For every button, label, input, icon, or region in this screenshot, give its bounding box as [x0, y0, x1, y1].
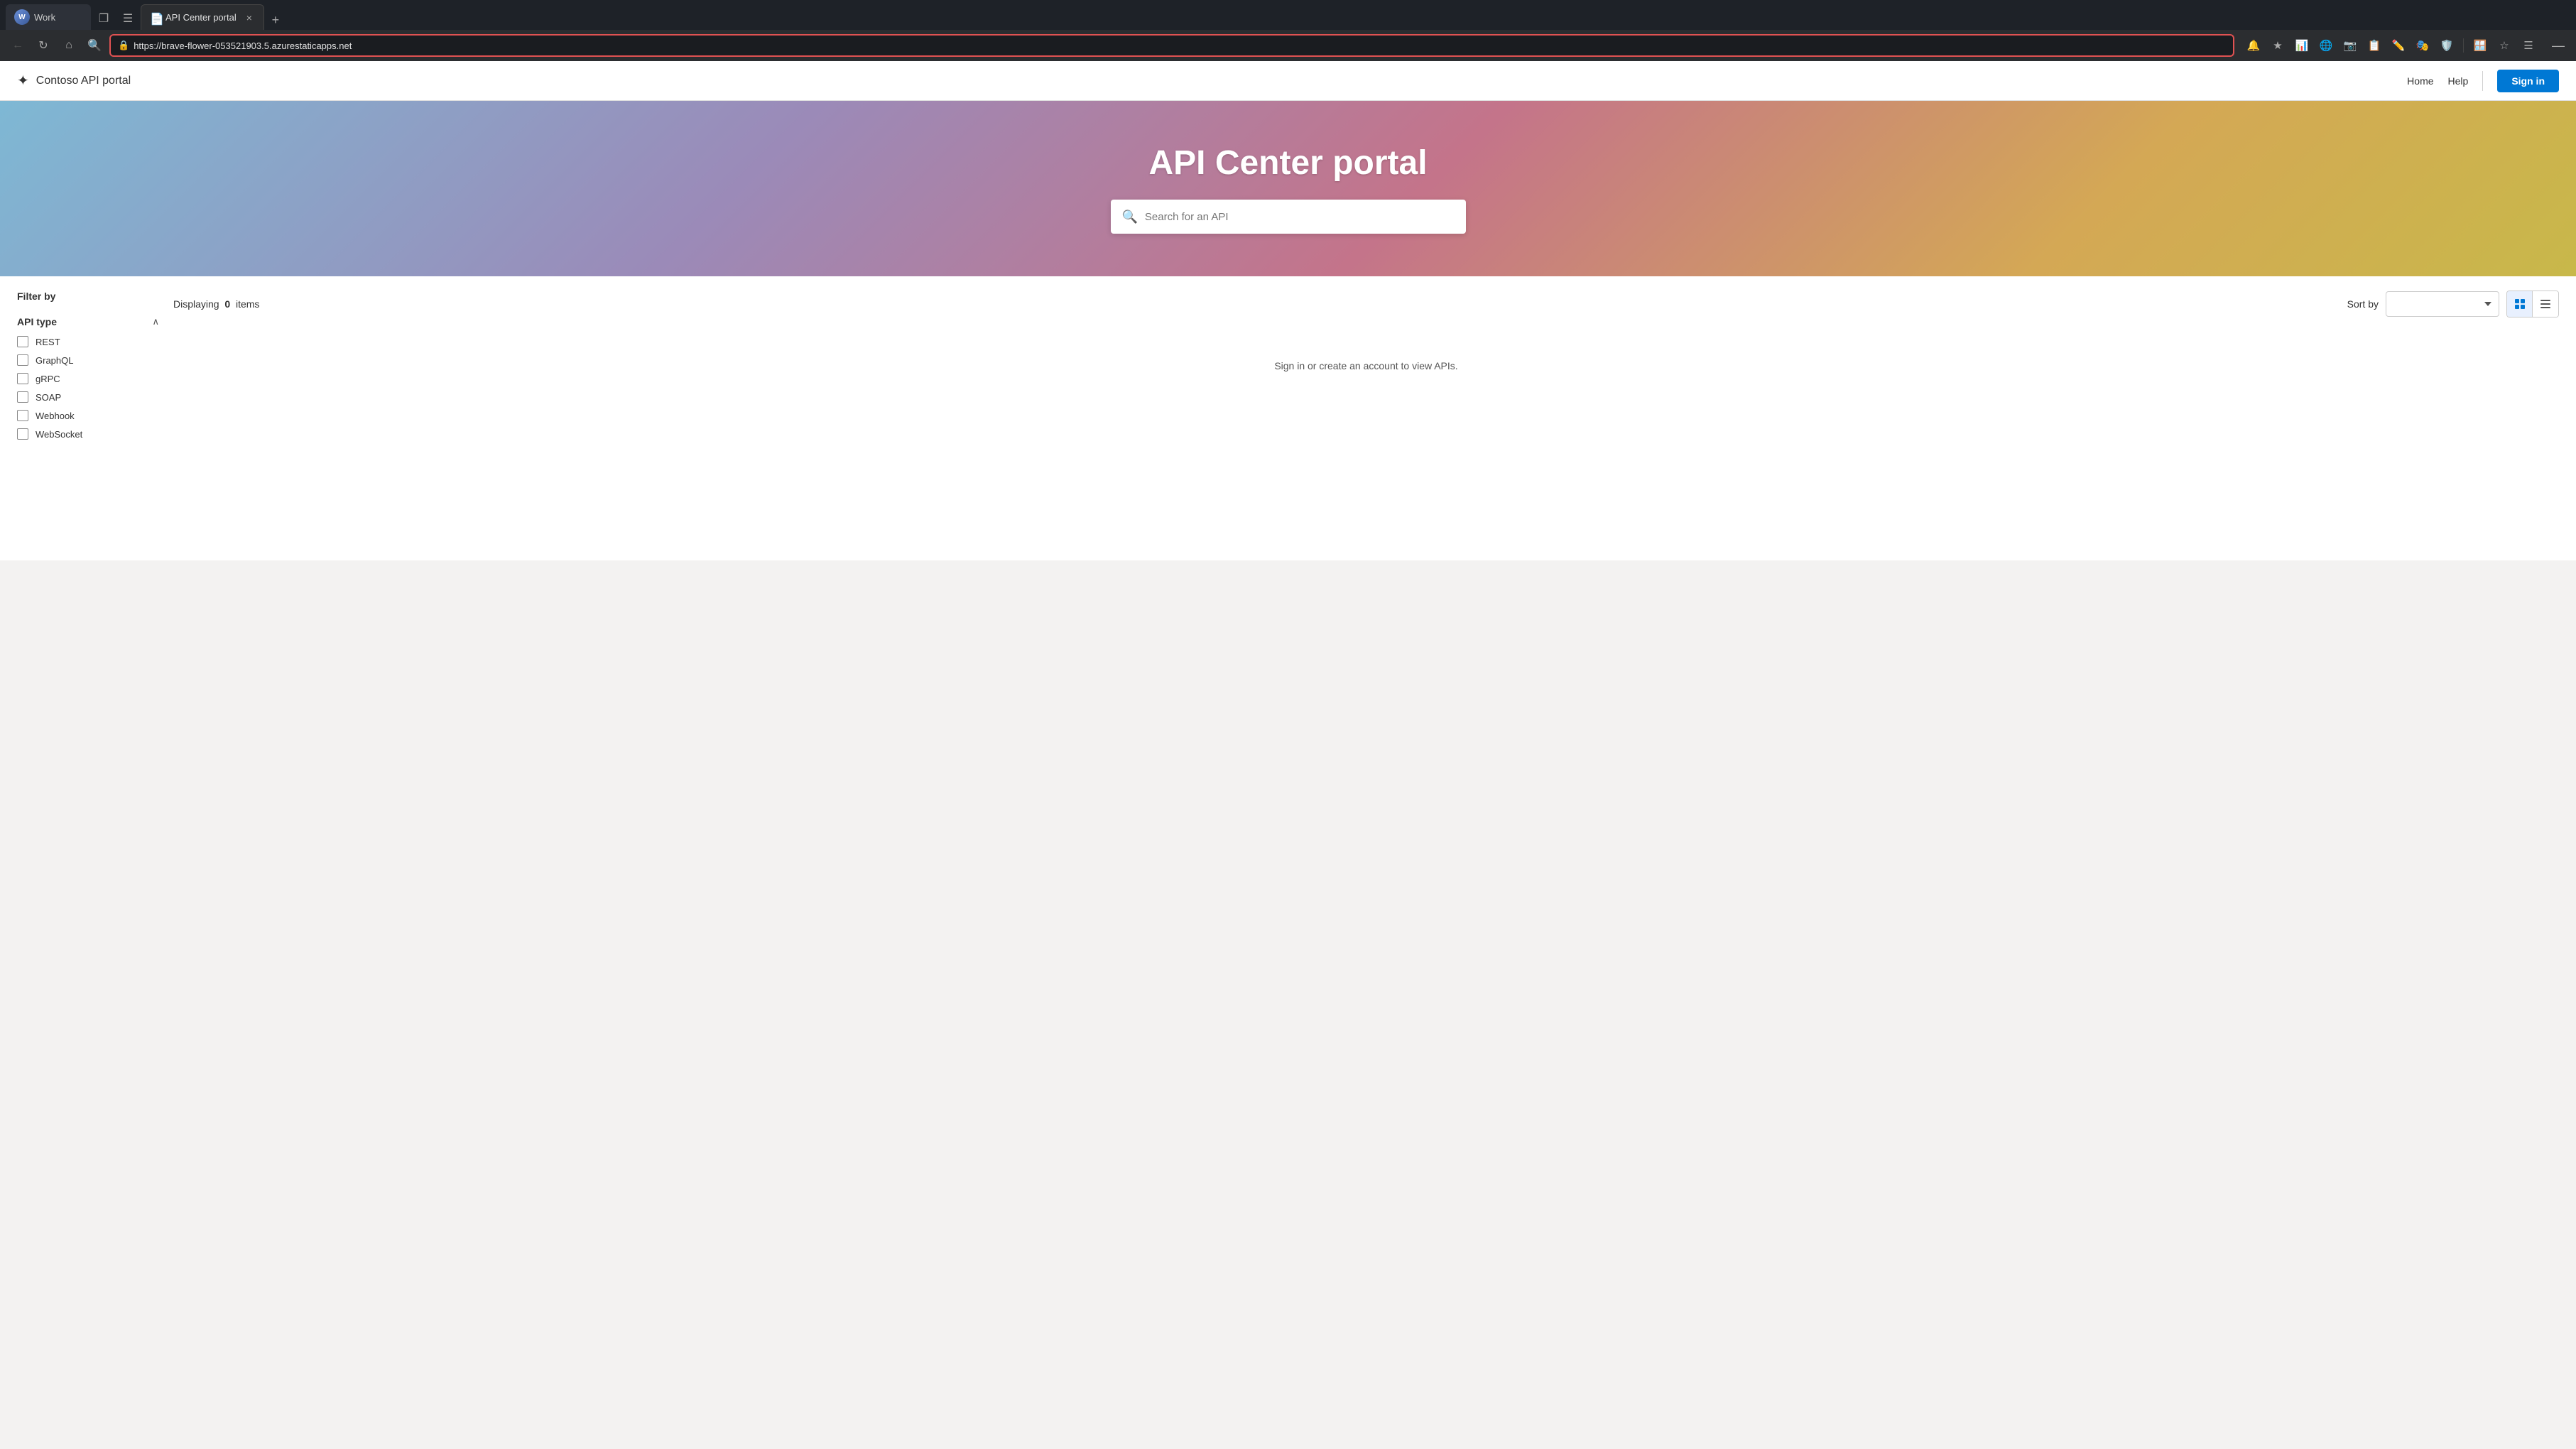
extension-2-icon[interactable]: 📷: [2339, 35, 2361, 56]
notifications-icon[interactable]: 🔔: [2243, 35, 2264, 56]
view-toggle: [2506, 291, 2559, 318]
extension-6-icon[interactable]: 🛡️: [2436, 35, 2457, 56]
item-count: 0: [224, 298, 230, 310]
extension-5-icon[interactable]: 🎭: [2412, 35, 2433, 56]
search-icon: 🔍: [1122, 210, 1138, 224]
content-toolbar: Displaying 0 items Sort by Name Created …: [173, 291, 2559, 318]
filter-checkbox-websocket[interactable]: [17, 428, 28, 440]
grid-view-button[interactable]: [2507, 291, 2533, 317]
filter-sidebar: Filter by API type ∧ REST GraphQL gRPC: [17, 291, 159, 546]
filter-checkbox-rest[interactable]: [17, 336, 28, 347]
filter-label-graphql: GraphQL: [36, 355, 73, 366]
sort-label: Sort by: [2347, 298, 2379, 310]
filter-item-websocket[interactable]: WebSocket: [17, 428, 159, 440]
filter-title: Filter by: [17, 291, 159, 302]
back-button[interactable]: ←: [7, 35, 28, 56]
hero-section: API Center portal 🔍: [0, 101, 2576, 276]
favorites-icon[interactable]: ★: [2267, 35, 2288, 56]
search-button[interactable]: 🔍: [84, 35, 105, 56]
filter-checkbox-webhook[interactable]: [17, 410, 28, 421]
home-button[interactable]: ⌂: [58, 35, 80, 56]
search-box: 🔍: [1111, 200, 1466, 234]
refresh-button[interactable]: ↻: [33, 35, 54, 56]
sort-controls: Sort by Name Created date Modified date: [2347, 291, 2559, 318]
extension-3-icon[interactable]: 📋: [2364, 35, 2385, 56]
sign-in-message: Sign in or create an account to view API…: [173, 360, 2559, 371]
active-tab-label: API Center portal: [165, 12, 237, 23]
sign-in-button[interactable]: Sign in: [2497, 70, 2559, 92]
filter-checkbox-grpc[interactable]: [17, 373, 28, 384]
url-input[interactable]: [134, 40, 2226, 51]
sidebar-toggle-button[interactable]: ☰: [116, 7, 139, 30]
profile-avatar: W: [14, 9, 30, 25]
home-nav-link[interactable]: Home: [2407, 75, 2433, 87]
displaying-label: Displaying: [173, 298, 219, 310]
filter-label-grpc: gRPC: [36, 374, 60, 384]
extension-1-icon[interactable]: 🌐: [2315, 35, 2337, 56]
content-area: Displaying 0 items Sort by Name Created …: [173, 291, 2559, 546]
filter-checkbox-graphql[interactable]: [17, 354, 28, 366]
active-tab[interactable]: 📄 API Center portal ×: [141, 4, 264, 30]
help-nav-link[interactable]: Help: [2448, 75, 2469, 87]
app-name: Contoso API portal: [36, 75, 131, 87]
profile-tab-label: Work: [34, 12, 55, 23]
hero-title: API Center portal: [1148, 143, 1427, 183]
filter-label-webhook: Webhook: [36, 411, 75, 421]
app-header: ✦ Contoso API portal Home Help Sign in: [0, 61, 2576, 101]
app-nav: Home Help Sign in: [2407, 70, 2559, 92]
filter-label-rest: REST: [36, 337, 60, 347]
filter-label-soap: SOAP: [36, 392, 61, 403]
filter-section-title: API type: [17, 316, 57, 327]
items-label: items: [236, 298, 259, 310]
address-bar[interactable]: 🔒: [109, 34, 2234, 57]
sort-select[interactable]: Name Created date Modified date: [2386, 291, 2499, 317]
search-input[interactable]: [1145, 211, 1455, 223]
filter-collapse-icon[interactable]: ∧: [152, 316, 159, 327]
app-content: ✦ Contoso API portal Home Help Sign in A…: [0, 61, 2576, 560]
filter-item-soap[interactable]: SOAP: [17, 391, 159, 403]
filter-section-header[interactable]: API type ∧: [17, 316, 159, 327]
tab-bar: W Work ❐ ☰ 📄 API Center portal × +: [0, 0, 2576, 30]
logo-icon: ✦: [17, 72, 29, 89]
browser-chrome: W Work ❐ ☰ 📄 API Center portal × + ← ↻ ⌂…: [0, 0, 2576, 61]
split-view-icon[interactable]: 🪟: [2469, 35, 2491, 56]
collections-icon[interactable]: 📊: [2291, 35, 2313, 56]
filter-item-webhook[interactable]: Webhook: [17, 410, 159, 421]
address-bar-row: ← ↻ ⌂ 🔍 🔒 🔔 ★ 📊 🌐 📷 📋 ✏️ 🎭 🛡️ 🪟 ☆ ☰ —: [0, 30, 2576, 61]
filter-section-api-type: API type ∧ REST GraphQL gRPC SOAP: [17, 316, 159, 440]
lock-icon: 🔒: [118, 40, 129, 51]
list-view-button[interactable]: [2533, 291, 2558, 317]
browser-toolbar: 🔔 ★ 📊 🌐 📷 📋 ✏️ 🎭 🛡️ 🪟 ☆ ☰ —: [2243, 35, 2569, 56]
extension-4-icon[interactable]: ✏️: [2388, 35, 2409, 56]
new-tab-button[interactable]: +: [266, 10, 286, 30]
app-logo: ✦ Contoso API portal: [17, 72, 131, 89]
nav-divider: [2482, 71, 2483, 91]
profile-tab[interactable]: W Work: [6, 4, 91, 30]
tab-close-button[interactable]: ×: [244, 11, 255, 25]
main-content: Filter by API type ∧ REST GraphQL gRPC: [0, 276, 2576, 560]
tab-favicon: 📄: [150, 12, 161, 23]
copy-tab-button[interactable]: ❐: [92, 7, 115, 30]
filter-item-grpc[interactable]: gRPC: [17, 373, 159, 384]
filter-item-rest[interactable]: REST: [17, 336, 159, 347]
favorites-bar-icon[interactable]: ☆: [2494, 35, 2515, 56]
items-count: Displaying 0 items: [173, 298, 259, 310]
filter-checkbox-soap[interactable]: [17, 391, 28, 403]
browser-menu-icon[interactable]: ☰: [2518, 35, 2539, 56]
toolbar-divider: [2463, 38, 2464, 53]
minimize-button[interactable]: —: [2548, 35, 2569, 56]
filter-label-websocket: WebSocket: [36, 429, 82, 440]
filter-item-graphql[interactable]: GraphQL: [17, 354, 159, 366]
